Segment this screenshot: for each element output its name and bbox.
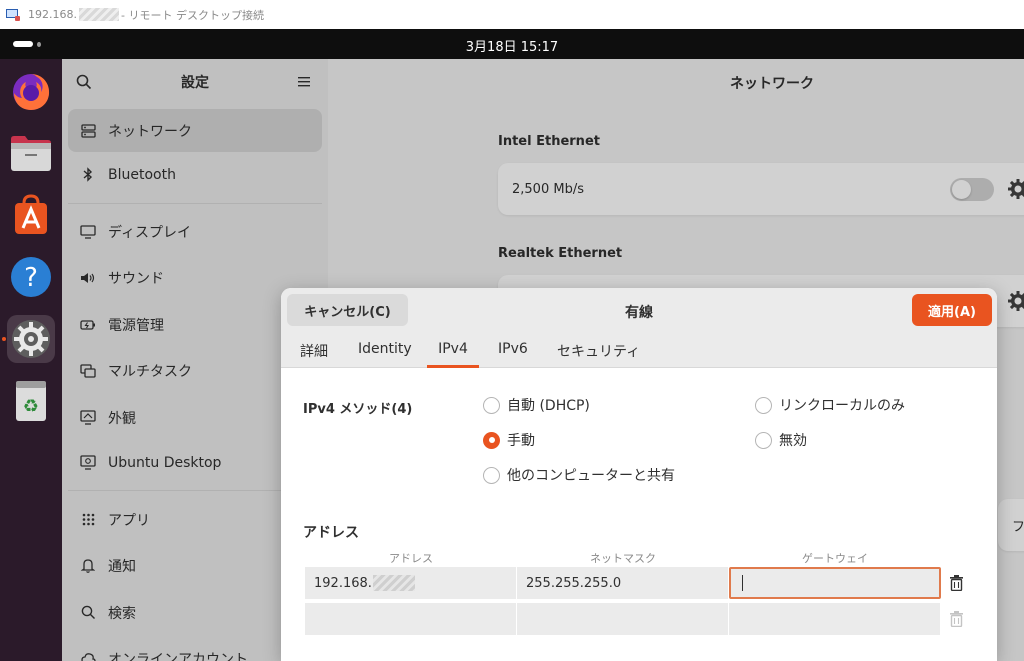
column-header-gateway: ゲートウェイ [802, 552, 868, 565]
address-input[interactable]: 192.168. [305, 567, 516, 599]
trash-icon [949, 611, 963, 627]
gateway-input[interactable] [729, 567, 941, 599]
dialog-title: 有線 [625, 305, 653, 321]
radio-link-local[interactable]: リンクローカルのみ [755, 395, 905, 415]
radio-circle [483, 466, 500, 484]
dock-app-center[interactable] [7, 191, 55, 239]
rdp-ip: 192.168. [28, 8, 77, 21]
dock-help[interactable]: ? [7, 253, 55, 301]
firefox-icon [13, 74, 50, 110]
tab-security[interactable]: セキュリティ [557, 338, 640, 368]
dialog-header: キャンセル(C) 有線 適用(A) 詳細 Identity IPv4 IPv6 … [281, 288, 997, 368]
address-value: 192.168. [314, 575, 372, 591]
radio-manual[interactable]: 手動 [483, 430, 535, 450]
trash-icon [949, 575, 963, 591]
radio-label: 手動 [507, 433, 535, 449]
tab-ipv6[interactable]: IPv6 [498, 338, 528, 368]
rdp-title-bar: 192.168. - リモート デスクトップ接続 [0, 0, 1024, 29]
netmask-value: 255.255.255.0 [526, 575, 622, 591]
radio-shared[interactable]: 他のコンピューターと共有 [483, 465, 675, 485]
dock-firefox[interactable] [7, 67, 55, 115]
radio-label: リンクローカルのみ [779, 398, 905, 414]
top-bar: 3月18日 15:17 [0, 29, 1024, 59]
radio-label: 自動 (DHCP) [507, 398, 590, 414]
column-header-netmask: ネットマスク [590, 552, 656, 565]
radio-circle [483, 396, 500, 414]
rdp-window-title: 192.168. - リモート デスクトップ接続 [28, 7, 264, 23]
netmask-input[interactable]: 255.255.255.0 [517, 567, 728, 599]
settings-icon [12, 320, 50, 358]
delete-row-button-disabled [940, 603, 972, 635]
address-input[interactable] [305, 603, 516, 635]
app-center-icon [15, 194, 47, 234]
dock-files[interactable] [7, 129, 55, 177]
running-indicator [2, 337, 6, 341]
apply-button[interactable]: 適用(A) [912, 294, 992, 326]
dock-settings[interactable] [7, 315, 55, 363]
dock: ? ♻ [0, 59, 62, 661]
address-row-empty [305, 603, 972, 635]
radio-circle [755, 431, 772, 449]
trash-icon: ♻ [16, 381, 46, 421]
radio-auto-dhcp[interactable]: 自動 (DHCP) [483, 395, 590, 415]
dock-trash[interactable]: ♻ [7, 377, 55, 425]
tab-identity[interactable]: Identity [358, 338, 412, 368]
tab-ipv4[interactable]: IPv4 [427, 338, 479, 368]
redacted-block [78, 8, 119, 21]
radio-label: 他のコンピューターと共有 [507, 468, 675, 484]
wired-dialog: キャンセル(C) 有線 適用(A) 詳細 Identity IPv4 IPv6 … [281, 288, 997, 661]
help-icon: ? [11, 257, 51, 297]
clock[interactable]: 3月18日 15:17 [0, 36, 1024, 55]
rdp-title-text: - リモート デスクトップ接続 [120, 8, 264, 22]
ipv4-method-label: IPv4 メソッド(4) [303, 402, 413, 417]
column-header-address: アドレス [389, 552, 433, 565]
text-caret [742, 575, 743, 591]
radio-circle-selected [483, 431, 500, 449]
tab-details[interactable]: 詳細 [300, 338, 328, 368]
gateway-input[interactable] [729, 603, 940, 635]
svg-text:♻: ♻ [23, 396, 39, 417]
address-section-title: アドレス [303, 525, 359, 541]
address-row: 192.168. 255.255.255.0 [305, 567, 972, 599]
files-icon [11, 136, 51, 171]
radio-disabled[interactable]: 無効 [755, 430, 807, 450]
remote-desktop-icon [6, 8, 20, 21]
svg-text:?: ? [24, 263, 38, 293]
radio-circle [755, 396, 772, 414]
delete-row-button[interactable] [940, 567, 972, 599]
netmask-input[interactable] [517, 603, 728, 635]
redacted-block [372, 575, 415, 591]
radio-label: 無効 [779, 433, 807, 449]
